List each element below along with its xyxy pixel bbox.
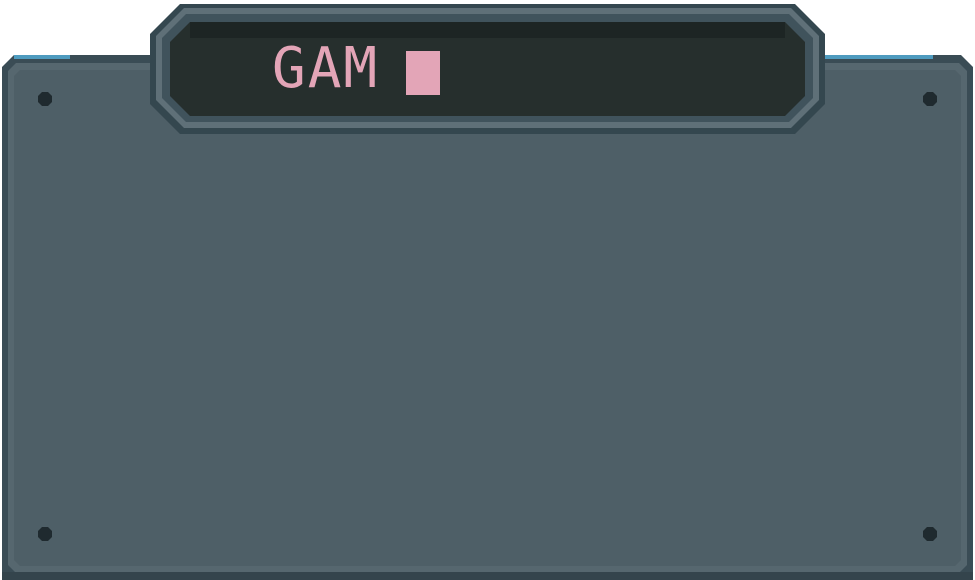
rivet-icon bbox=[923, 92, 937, 106]
text-cursor bbox=[406, 51, 440, 95]
game-title-panel: GAM bbox=[0, 0, 975, 580]
panel-accent-right bbox=[823, 55, 933, 59]
panel-accent-left bbox=[14, 55, 70, 59]
rivet-icon bbox=[923, 527, 937, 541]
panel-bottom-edge bbox=[2, 572, 973, 580]
title-text: GAM bbox=[272, 36, 380, 101]
rivet-icon bbox=[38, 92, 52, 106]
panel-body bbox=[14, 70, 961, 566]
rivet-icon bbox=[38, 527, 52, 541]
